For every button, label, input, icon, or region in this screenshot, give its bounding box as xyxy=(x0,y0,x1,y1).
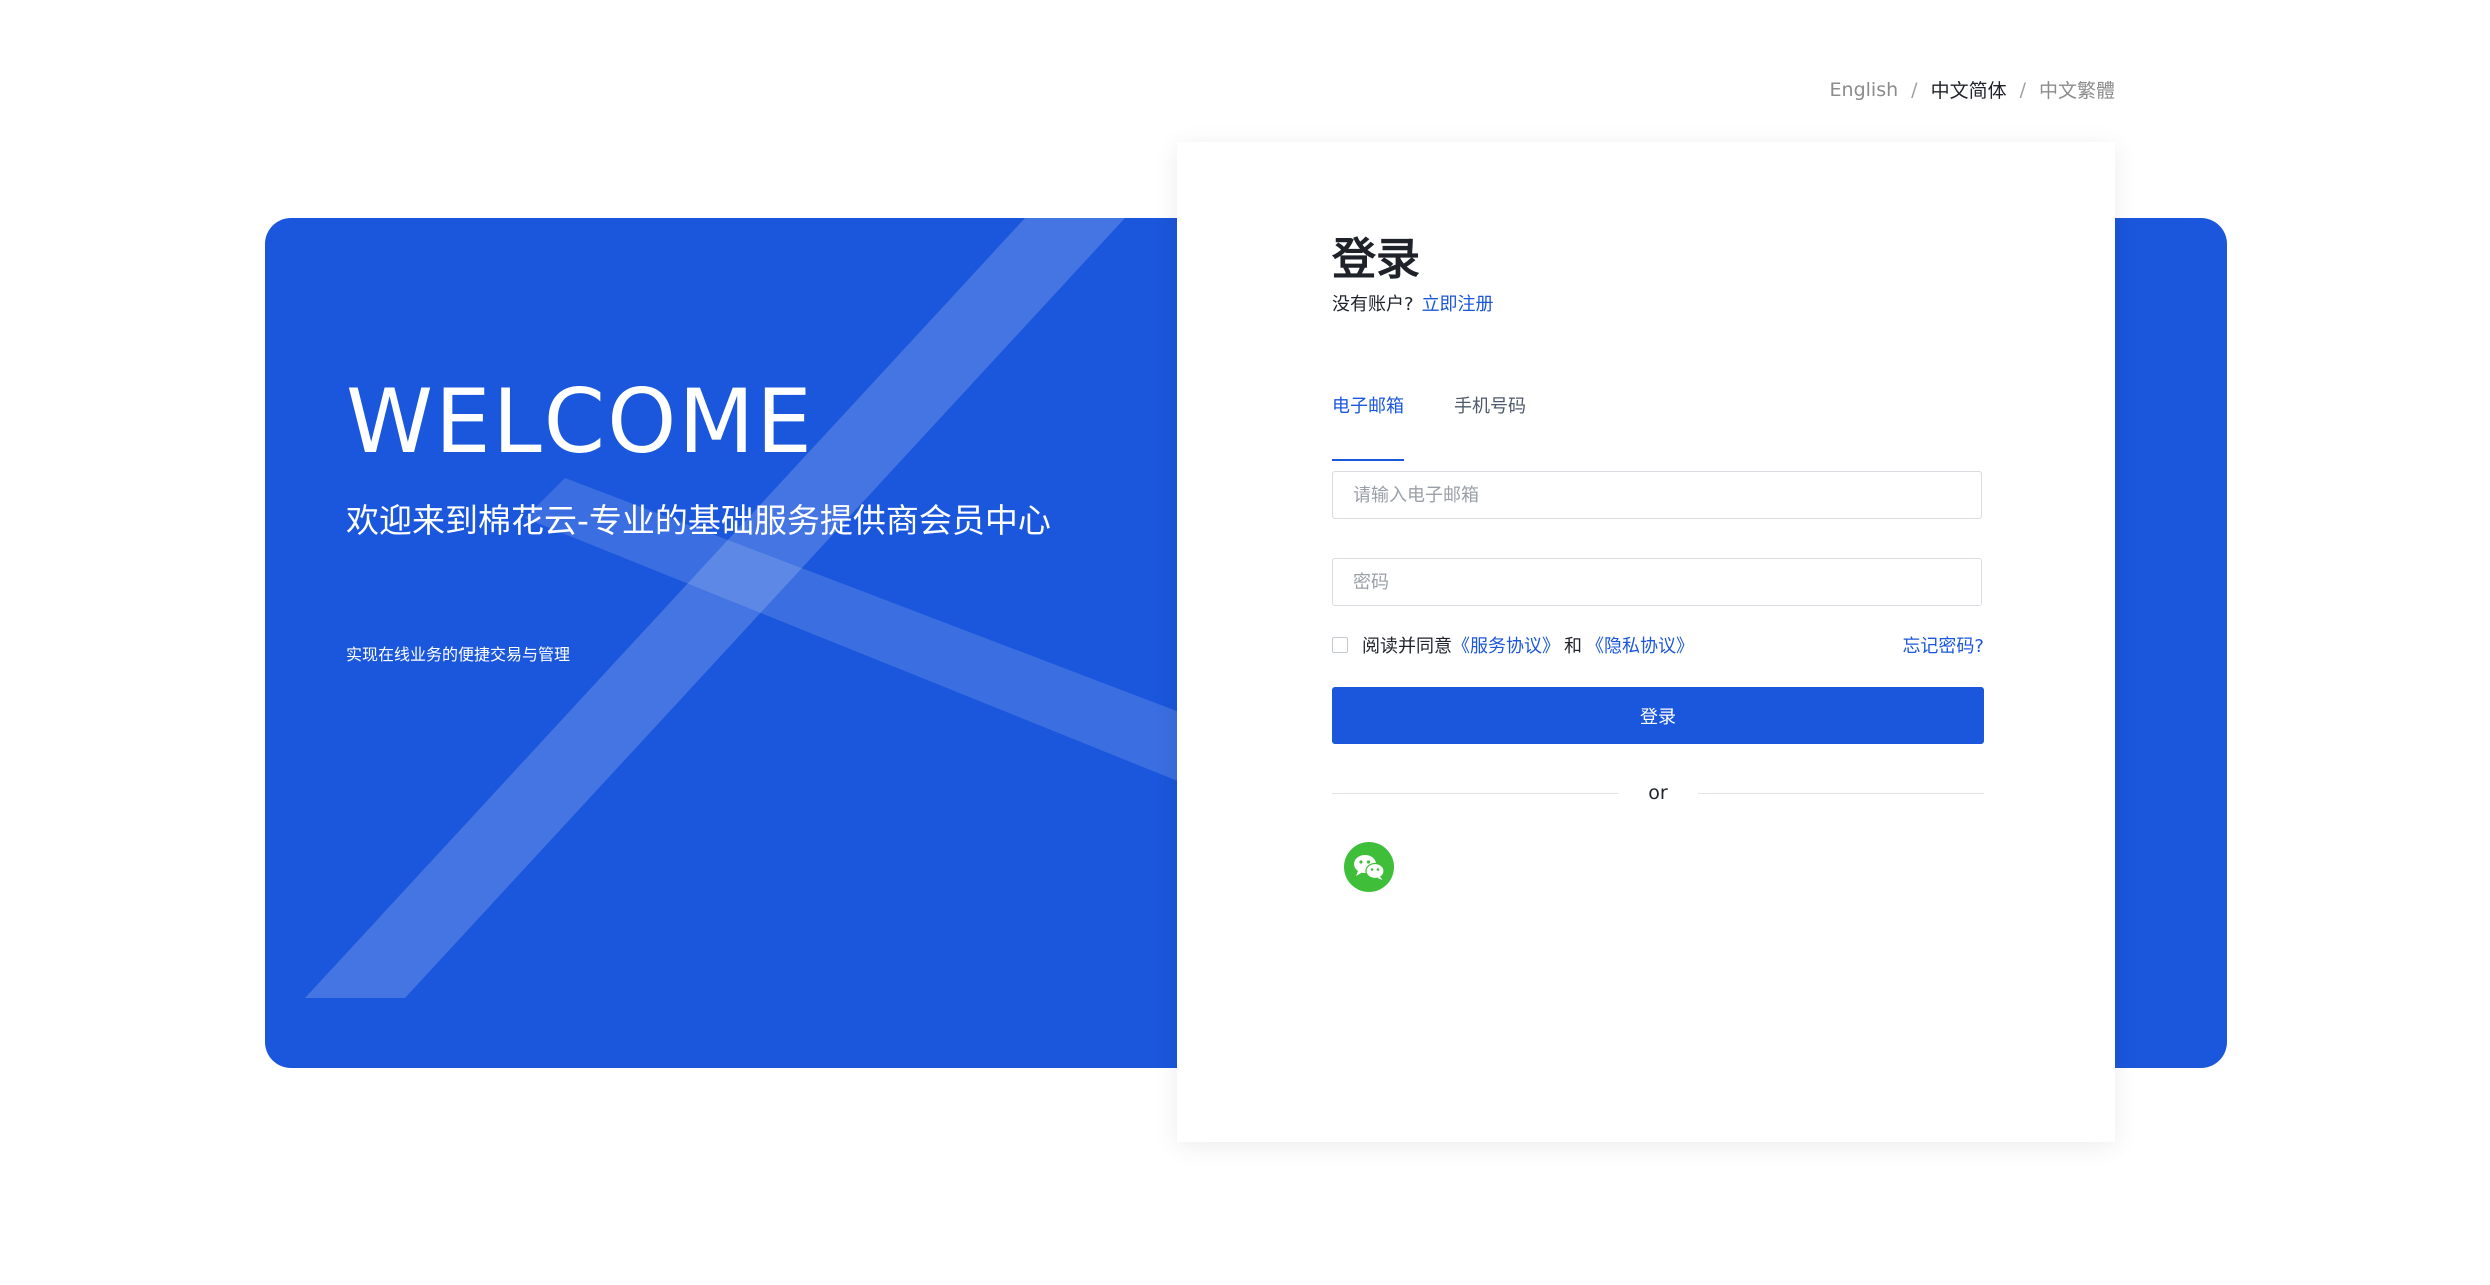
login-form: 登录 没有账户? 立即注册 电子邮箱 手机号码 阅读并同意 《服务协议》 和 《隐… xyxy=(1332,238,1984,892)
language-switcher: English / 中文简体 / 中文繁體 xyxy=(1830,76,2115,103)
welcome-subtitle: 欢迎来到棉花云-专业的基础服务提供商会员中心 xyxy=(346,501,1051,540)
wechat-login-button[interactable] xyxy=(1344,842,1394,892)
or-text: or xyxy=(1648,782,1668,804)
register-link[interactable]: 立即注册 xyxy=(1422,294,1494,315)
agreement-row: 阅读并同意 《服务协议》 和 《隐私协议》 忘记密码? xyxy=(1332,632,1984,658)
wechat-icon xyxy=(1354,855,1385,880)
lang-separator: / xyxy=(1911,78,1918,101)
password-input[interactable] xyxy=(1332,558,1982,606)
register-prompt: 没有账户? 立即注册 xyxy=(1332,290,1984,316)
lang-simplified-chinese[interactable]: 中文简体 xyxy=(1931,76,2007,103)
email-input[interactable] xyxy=(1332,471,1982,519)
login-card: 登录 没有账户? 立即注册 电子邮箱 手机号码 阅读并同意 《服务协议》 和 《隐… xyxy=(1177,142,2115,1142)
lang-separator: / xyxy=(2019,78,2026,101)
agreement-checkbox[interactable] xyxy=(1332,637,1348,653)
welcome-heading: WELCOME xyxy=(346,370,814,473)
agree-prefix: 阅读并同意 xyxy=(1362,636,1452,657)
login-button[interactable]: 登录 xyxy=(1332,687,1984,744)
forgot-password-link[interactable]: 忘记密码? xyxy=(1902,632,1984,658)
lang-traditional-chinese[interactable]: 中文繁體 xyxy=(2039,76,2115,103)
tab-email[interactable]: 电子邮箱 xyxy=(1332,386,1404,461)
login-title: 登录 xyxy=(1332,234,1420,285)
welcome-tagline: 实现在线业务的便捷交易与管理 xyxy=(346,645,571,664)
divider-line-right xyxy=(1697,792,1984,794)
login-method-tabs: 电子邮箱 手机号码 xyxy=(1332,386,1984,461)
tab-phone[interactable]: 手机号码 xyxy=(1454,386,1526,439)
service-agreement-link[interactable]: 《服务协议》 xyxy=(1452,632,1560,658)
no-account-text: 没有账户? xyxy=(1332,294,1414,315)
diagonal-stripe-up xyxy=(305,218,1125,998)
divider-line-left xyxy=(1332,792,1619,794)
and-text: 和 xyxy=(1564,636,1582,657)
lang-english[interactable]: English xyxy=(1830,79,1899,101)
agreement-group: 阅读并同意 《服务协议》 和 《隐私协议》 xyxy=(1332,632,1694,658)
login-page: English / 中文简体 / 中文繁體 WELCOME 欢迎来到棉花云-专业… xyxy=(0,0,2490,1285)
privacy-agreement-link[interactable]: 《隐私协议》 xyxy=(1586,632,1694,658)
or-divider: or xyxy=(1332,782,1984,804)
